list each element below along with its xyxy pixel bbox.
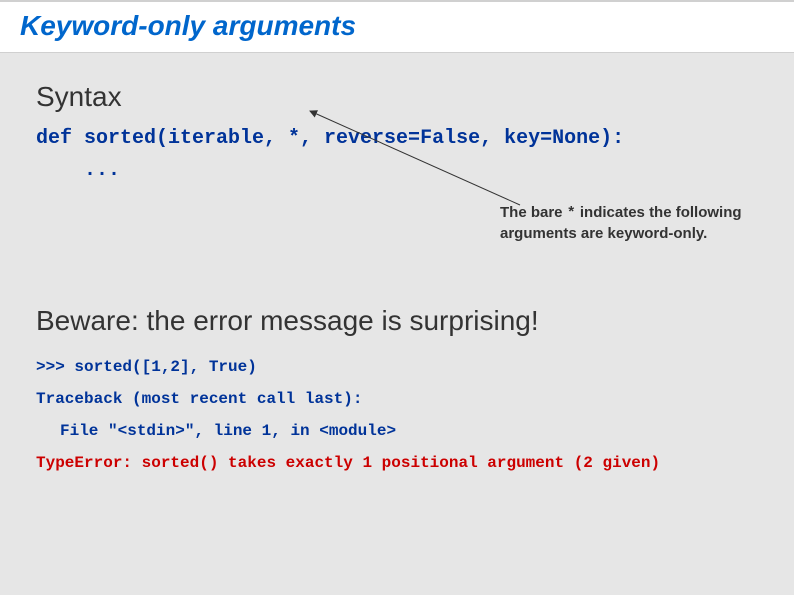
console-line-1: >>> sorted([1,2], True) xyxy=(36,351,758,383)
beware-heading: Beware: the error message is surprising! xyxy=(36,305,758,337)
code-line-2: ... xyxy=(84,155,758,187)
console-line-4: TypeError: sorted() takes exactly 1 posi… xyxy=(36,447,758,479)
console-output: >>> sorted([1,2], True) Traceback (most … xyxy=(36,351,758,479)
title-bar: Keyword-only arguments xyxy=(0,0,794,53)
console-line-3: File "<stdin>", line 1, in <module> xyxy=(36,415,758,447)
console-line-2: Traceback (most recent call last): xyxy=(36,383,758,415)
callout-part1: The bare xyxy=(500,204,567,221)
callout-star: * xyxy=(567,205,576,222)
slide-title: Keyword-only arguments xyxy=(20,10,774,42)
callout-text: The bare * indicates the following argum… xyxy=(500,203,760,245)
slide-content: Syntax def sorted(iterable, *, reverse=F… xyxy=(0,53,794,499)
code-line-1: def sorted(iterable, *, reverse=False, k… xyxy=(36,123,758,155)
code-definition: def sorted(iterable, *, reverse=False, k… xyxy=(36,123,758,187)
syntax-heading: Syntax xyxy=(36,81,758,113)
